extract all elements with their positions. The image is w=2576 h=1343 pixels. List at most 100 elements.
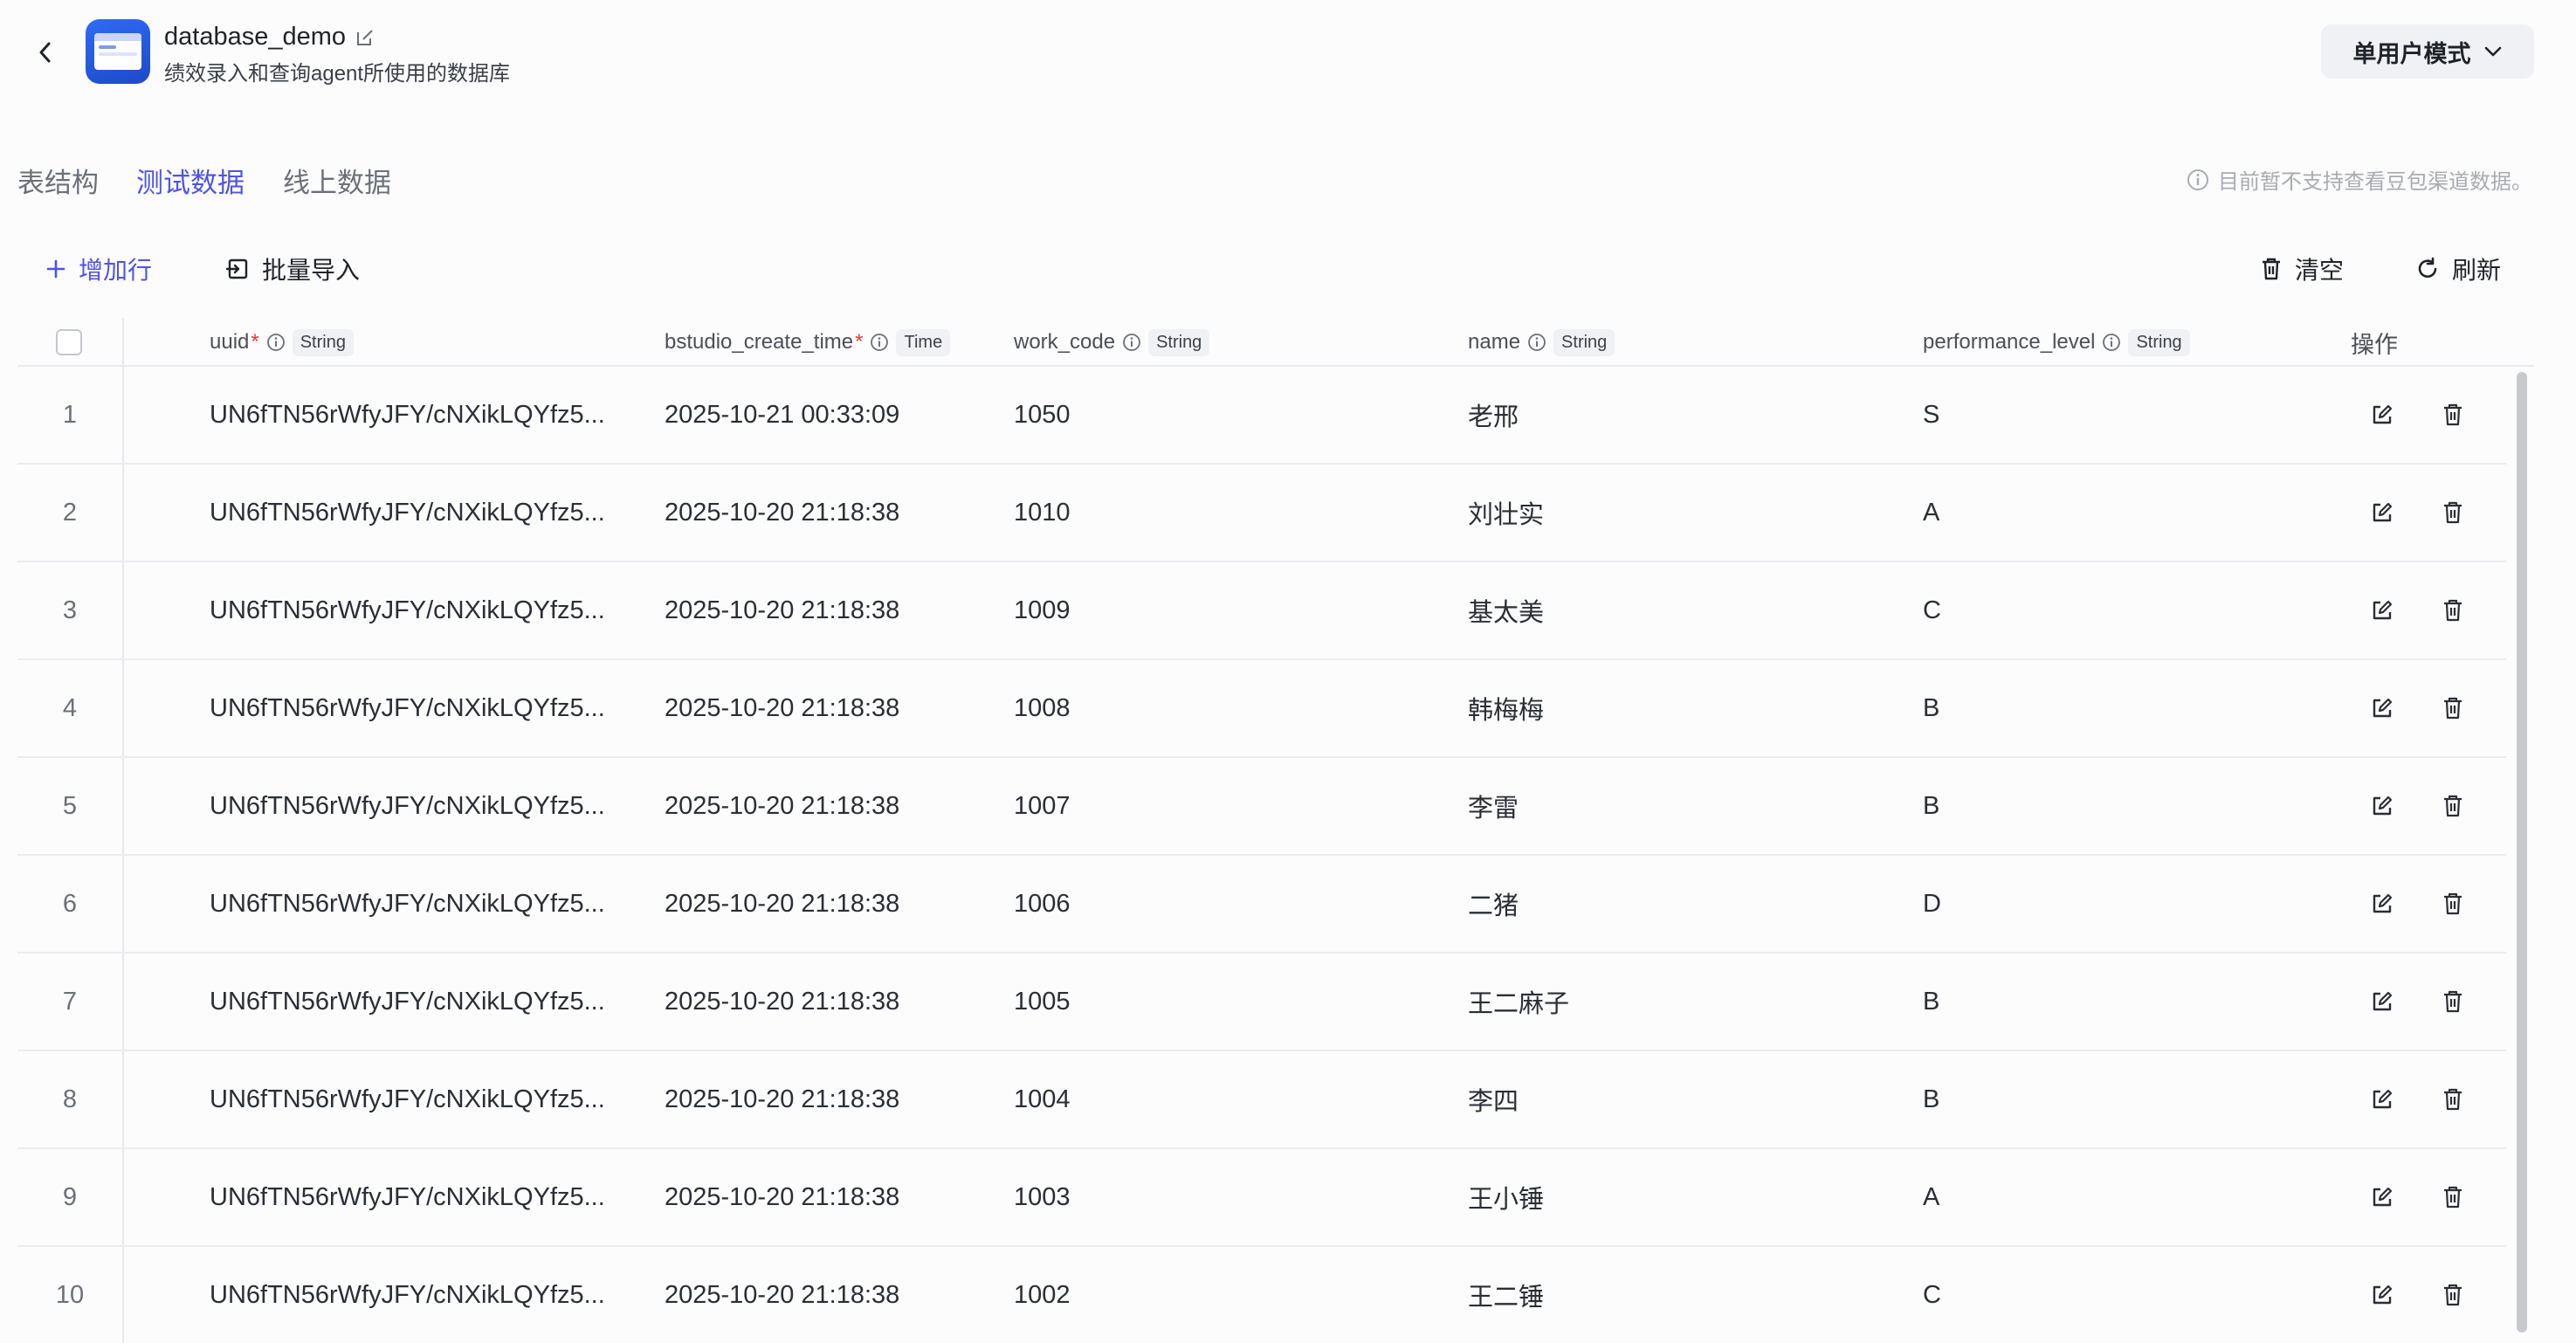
edit-name-icon[interactable] — [355, 27, 375, 48]
cell-work-code[interactable]: 1004 — [1014, 1051, 1071, 1147]
table-row[interactable]: 8 UN6fTN56rWfyJFY/cNXikLQYfz5... 2025-10… — [17, 1051, 2506, 1149]
cell-performance-level[interactable]: B — [1923, 1051, 1939, 1147]
delete-row-button[interactable] — [2434, 1149, 2472, 1245]
cell-name[interactable]: 王二麻子 — [1468, 954, 1569, 1050]
info-icon[interactable] — [1527, 333, 1546, 352]
delete-row-button[interactable] — [2434, 856, 2472, 952]
cell-create-time[interactable]: 2025-10-20 21:18:38 — [665, 758, 899, 854]
table-row[interactable]: 9 UN6fTN56rWfyJFY/cNXikLQYfz5... 2025-10… — [17, 1149, 2506, 1247]
tab-test-data[interactable]: 测试数据 — [136, 161, 245, 200]
edit-row-button[interactable] — [2363, 1149, 2401, 1245]
cell-create-time[interactable]: 2025-10-20 21:18:38 — [665, 856, 899, 952]
cell-uuid[interactable]: UN6fTN56rWfyJFY/cNXikLQYfz5... — [210, 660, 637, 756]
delete-row-button[interactable] — [2434, 1051, 2472, 1147]
edit-row-button[interactable] — [2363, 954, 2401, 1050]
info-icon[interactable] — [2102, 333, 2121, 352]
cell-create-time[interactable]: 2025-10-20 21:18:38 — [665, 1149, 899, 1245]
tab-table-structure[interactable]: 表结构 — [17, 161, 99, 200]
cell-uuid[interactable]: UN6fTN56rWfyJFY/cNXikLQYfz5... — [210, 1051, 637, 1147]
cell-name[interactable]: 李四 — [1468, 1051, 1519, 1147]
tab-online-data[interactable]: 线上数据 — [283, 161, 391, 200]
cell-work-code[interactable]: 1002 — [1014, 1247, 1071, 1343]
table-row[interactable]: 10 UN6fTN56rWfyJFY/cNXikLQYfz5... 2025-1… — [17, 1247, 2506, 1343]
cell-work-code[interactable]: 1003 — [1014, 1149, 1071, 1245]
cell-name[interactable]: 刘壮实 — [1468, 465, 1544, 561]
column-header-work-code[interactable]: work_code String — [1014, 318, 1210, 367]
delete-row-button[interactable] — [2434, 660, 2472, 756]
cell-uuid[interactable]: UN6fTN56rWfyJFY/cNXikLQYfz5... — [210, 465, 637, 561]
edit-row-button[interactable] — [2363, 465, 2401, 561]
cell-name[interactable]: 基太美 — [1468, 562, 1544, 658]
cell-name[interactable]: 王小锤 — [1468, 1149, 1544, 1245]
edit-row-button[interactable] — [2363, 562, 2401, 658]
cell-performance-level[interactable]: S — [1923, 367, 1939, 463]
cell-create-time[interactable]: 2025-10-21 00:33:09 — [665, 367, 899, 463]
cell-work-code[interactable]: 1005 — [1014, 954, 1071, 1050]
cell-uuid[interactable]: UN6fTN56rWfyJFY/cNXikLQYfz5... — [210, 562, 637, 658]
table-row[interactable]: 1 UN6fTN56rWfyJFY/cNXikLQYfz5... 2025-10… — [17, 367, 2506, 465]
table-row[interactable]: 2 UN6fTN56rWfyJFY/cNXikLQYfz5... 2025-10… — [17, 465, 2506, 562]
cell-uuid[interactable]: UN6fTN56rWfyJFY/cNXikLQYfz5... — [210, 367, 637, 463]
column-header-performance-level[interactable]: performance_level String — [1923, 318, 2190, 367]
edit-row-button[interactable] — [2363, 1051, 2401, 1147]
cell-uuid[interactable]: UN6fTN56rWfyJFY/cNXikLQYfz5... — [210, 1149, 637, 1245]
cell-performance-level[interactable]: A — [1923, 1149, 1939, 1245]
select-all-checkbox[interactable] — [56, 329, 82, 355]
cell-performance-level[interactable]: C — [1923, 1247, 1941, 1343]
back-button[interactable] — [30, 35, 61, 70]
cell-create-time[interactable]: 2025-10-20 21:18:38 — [665, 954, 899, 1050]
info-icon[interactable] — [1122, 333, 1141, 352]
delete-row-button[interactable] — [2434, 367, 2472, 463]
delete-row-button[interactable] — [2434, 465, 2472, 561]
cell-performance-level[interactable]: A — [1923, 465, 1939, 561]
edit-row-button[interactable] — [2363, 1247, 2401, 1343]
edit-row-button[interactable] — [2363, 856, 2401, 952]
delete-row-button[interactable] — [2434, 562, 2472, 658]
cell-name[interactable]: 韩梅梅 — [1468, 660, 1544, 756]
delete-row-button[interactable] — [2434, 758, 2472, 854]
info-icon[interactable] — [266, 333, 286, 352]
cell-uuid[interactable]: UN6fTN56rWfyJFY/cNXikLQYfz5... — [210, 758, 637, 854]
cell-performance-level[interactable]: C — [1923, 562, 1941, 658]
cell-create-time[interactable]: 2025-10-20 21:18:38 — [665, 1247, 899, 1343]
cell-create-time[interactable]: 2025-10-20 21:18:38 — [665, 465, 899, 561]
delete-row-button[interactable] — [2434, 1247, 2472, 1343]
cell-performance-level[interactable]: D — [1923, 856, 1941, 952]
refresh-button[interactable]: 刷新 — [2415, 251, 2501, 286]
cell-work-code[interactable]: 1006 — [1014, 856, 1071, 952]
clear-button[interactable]: 清空 — [2260, 251, 2344, 286]
cell-performance-level[interactable]: B — [1923, 954, 1939, 1050]
cell-performance-level[interactable]: B — [1923, 660, 1939, 756]
edit-row-button[interactable] — [2363, 367, 2401, 463]
cell-work-code[interactable]: 1009 — [1014, 562, 1071, 658]
cell-uuid[interactable]: UN6fTN56rWfyJFY/cNXikLQYfz5... — [210, 856, 637, 952]
cell-performance-level[interactable]: B — [1923, 758, 1939, 854]
cell-create-time[interactable]: 2025-10-20 21:18:38 — [665, 1051, 899, 1147]
scrollbar-thumb[interactable] — [2517, 372, 2527, 1333]
user-mode-dropdown[interactable]: 单用户模式 — [2321, 24, 2534, 79]
cell-create-time[interactable]: 2025-10-20 21:18:38 — [665, 660, 899, 756]
cell-uuid[interactable]: UN6fTN56rWfyJFY/cNXikLQYfz5... — [210, 1247, 637, 1343]
delete-row-button[interactable] — [2434, 954, 2472, 1050]
cell-uuid[interactable]: UN6fTN56rWfyJFY/cNXikLQYfz5... — [210, 954, 637, 1050]
edit-row-button[interactable] — [2363, 660, 2401, 756]
cell-create-time[interactable]: 2025-10-20 21:18:38 — [665, 562, 899, 658]
table-row[interactable]: 3 UN6fTN56rWfyJFY/cNXikLQYfz5... 2025-10… — [17, 562, 2506, 660]
edit-row-button[interactable] — [2363, 758, 2401, 854]
cell-name[interactable]: 二猪 — [1468, 856, 1519, 952]
column-header-name[interactable]: name String — [1468, 318, 1615, 367]
table-row[interactable]: 5 UN6fTN56rWfyJFY/cNXikLQYfz5... 2025-10… — [17, 758, 2506, 856]
info-icon[interactable] — [870, 333, 889, 352]
batch-import-button[interactable]: 批量导入 — [225, 251, 360, 286]
cell-name[interactable]: 李雷 — [1468, 758, 1519, 854]
column-header-uuid[interactable]: uuid * String — [210, 318, 354, 367]
table-row[interactable]: 7 UN6fTN56rWfyJFY/cNXikLQYfz5... 2025-10… — [17, 954, 2506, 1051]
cell-work-code[interactable]: 1050 — [1014, 367, 1071, 463]
add-row-button[interactable]: 增加行 — [45, 251, 152, 286]
column-header-bstudio-create-time[interactable]: bstudio_create_time * Time — [665, 318, 951, 367]
cell-name[interactable]: 王二锤 — [1468, 1247, 1544, 1343]
cell-work-code[interactable]: 1008 — [1014, 660, 1071, 756]
table-row[interactable]: 6 UN6fTN56rWfyJFY/cNXikLQYfz5... 2025-10… — [17, 856, 2506, 954]
table-row[interactable]: 4 UN6fTN56rWfyJFY/cNXikLQYfz5... 2025-10… — [17, 660, 2506, 758]
cell-work-code[interactable]: 1010 — [1014, 465, 1071, 561]
